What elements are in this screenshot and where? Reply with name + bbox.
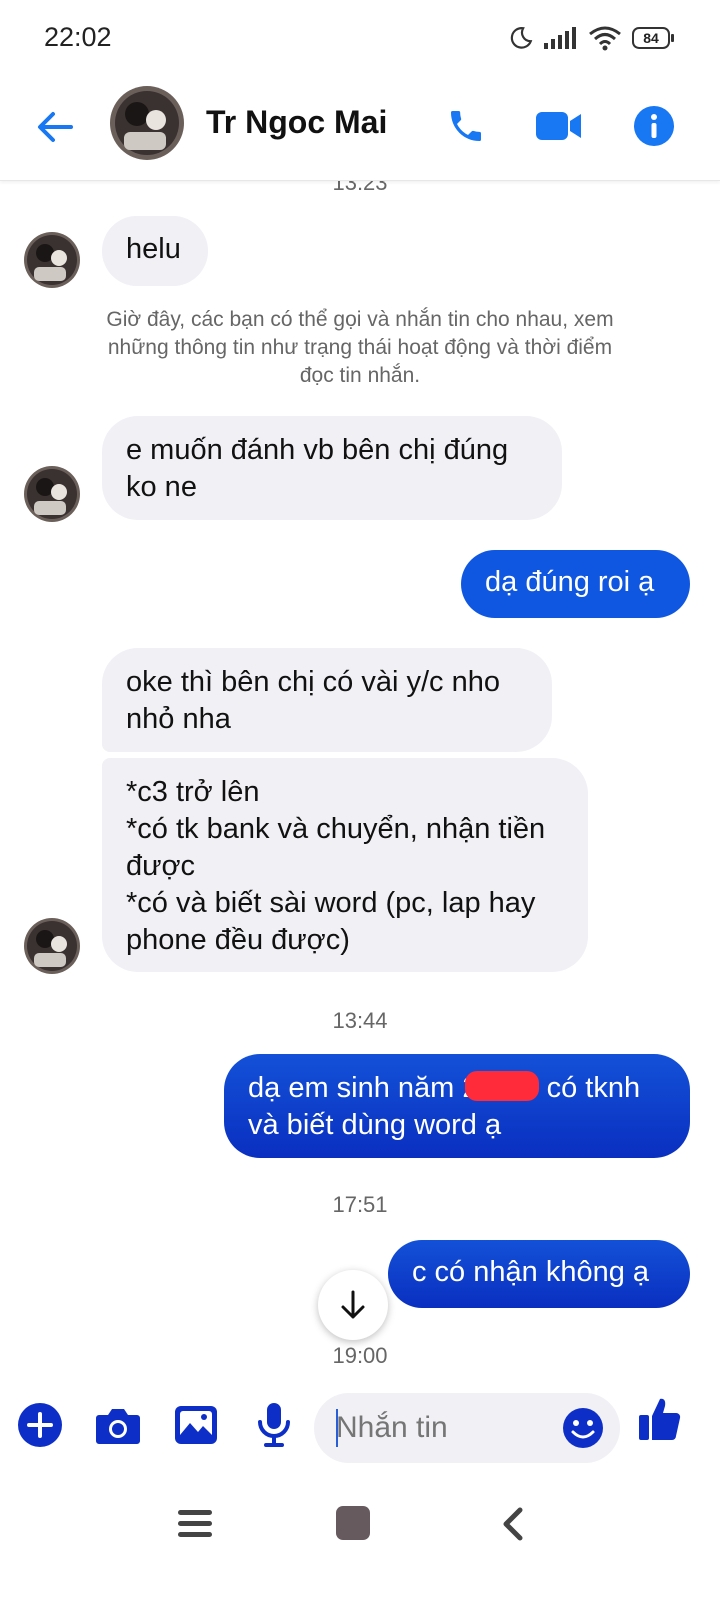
contact-name[interactable]: Tr Ngoc Mai [206,104,387,141]
emoji-icon [563,1408,603,1448]
back-arrow-icon [38,112,73,142]
conversation-info-button[interactable] [628,100,680,152]
like-icon [639,1398,681,1440]
video-call-button[interactable] [530,100,588,152]
scroll-to-bottom-button[interactable] [318,1270,388,1340]
arrow-down-icon [341,1290,365,1319]
incoming-message[interactable]: *c3 trở lên *có tk bank và chuyển, nhận … [102,758,588,972]
redaction-mark [464,1071,539,1101]
menu-icon [178,1510,212,1537]
phone-icon [451,111,481,141]
system-nav-bar [0,1480,720,1600]
message-line: *có và biết sài word (pc, lap hay phone … [126,887,536,956]
home-button[interactable] [334,1504,374,1544]
message-composer [0,1385,720,1475]
info-icon [634,106,674,146]
back-button[interactable] [30,102,80,152]
outgoing-message[interactable]: dạ đúng roi ạ [461,550,690,618]
contact-avatar[interactable] [110,86,184,160]
image-icon [175,1406,217,1444]
status-time: 22:02 [44,22,112,52]
timestamp: 13:44 [332,1008,388,1033]
like-button[interactable] [636,1395,684,1443]
outgoing-message[interactable]: dạ em sinh năm 2 có tknh và biết dùng wo… [224,1054,690,1158]
status-bar: 22:02 84 [0,0,720,76]
message-line: *có tk bank và chuyển, nhận tiền được [126,813,546,882]
outgoing-message[interactable]: c có nhận không ạ [388,1240,690,1308]
camera-icon [96,1409,140,1444]
message-input-container [314,1393,620,1463]
system-notice: Giờ đây, các bạn có thể gọi và nhắn tin … [106,308,614,387]
more-actions-button[interactable] [16,1401,64,1449]
plus-icon [18,1403,62,1447]
message-text: dạ em sinh năm 2 [248,1072,479,1104]
voice-call-button[interactable] [440,100,492,152]
emoji-button[interactable] [562,1407,604,1449]
chat-header: Tr Ngoc Mai [0,76,720,181]
message-line: *c3 trở lên [126,776,260,808]
incoming-message[interactable]: oke thì bên chị có vài y/c nho nhỏ nha [102,648,552,752]
sender-avatar[interactable] [24,918,80,974]
incoming-message[interactable]: e muốn đánh vb bên chị đúng ko ne [102,416,562,520]
camera-button[interactable] [94,1401,142,1449]
wifi-icon [589,26,621,51]
signal-icon [544,27,576,49]
timestamp: 19:00 [332,1343,388,1368]
sender-avatar[interactable] [24,466,80,522]
timestamp: 17:51 [332,1192,388,1217]
moon-icon [510,27,533,49]
message-line: và biết dùng word ạ [248,1109,502,1141]
back-nav-button[interactable] [498,1504,528,1544]
message-input[interactable] [336,1393,556,1463]
sender-avatar[interactable] [24,232,80,288]
voice-message-button[interactable] [250,1401,298,1449]
recents-button[interactable] [176,1506,216,1542]
back-chevron-icon [503,1507,523,1541]
message-text: có tknh [538,1072,641,1104]
gallery-button[interactable] [172,1401,220,1449]
home-icon [336,1506,370,1540]
message-line: dạ em sinh năm 2 có tknh [248,1070,666,1107]
incoming-message[interactable]: helu [102,216,208,286]
battery-indicator: 84 [632,27,674,49]
microphone-icon [258,1403,290,1447]
video-camera-icon [536,112,581,140]
status-icons: 84 [508,22,674,54]
